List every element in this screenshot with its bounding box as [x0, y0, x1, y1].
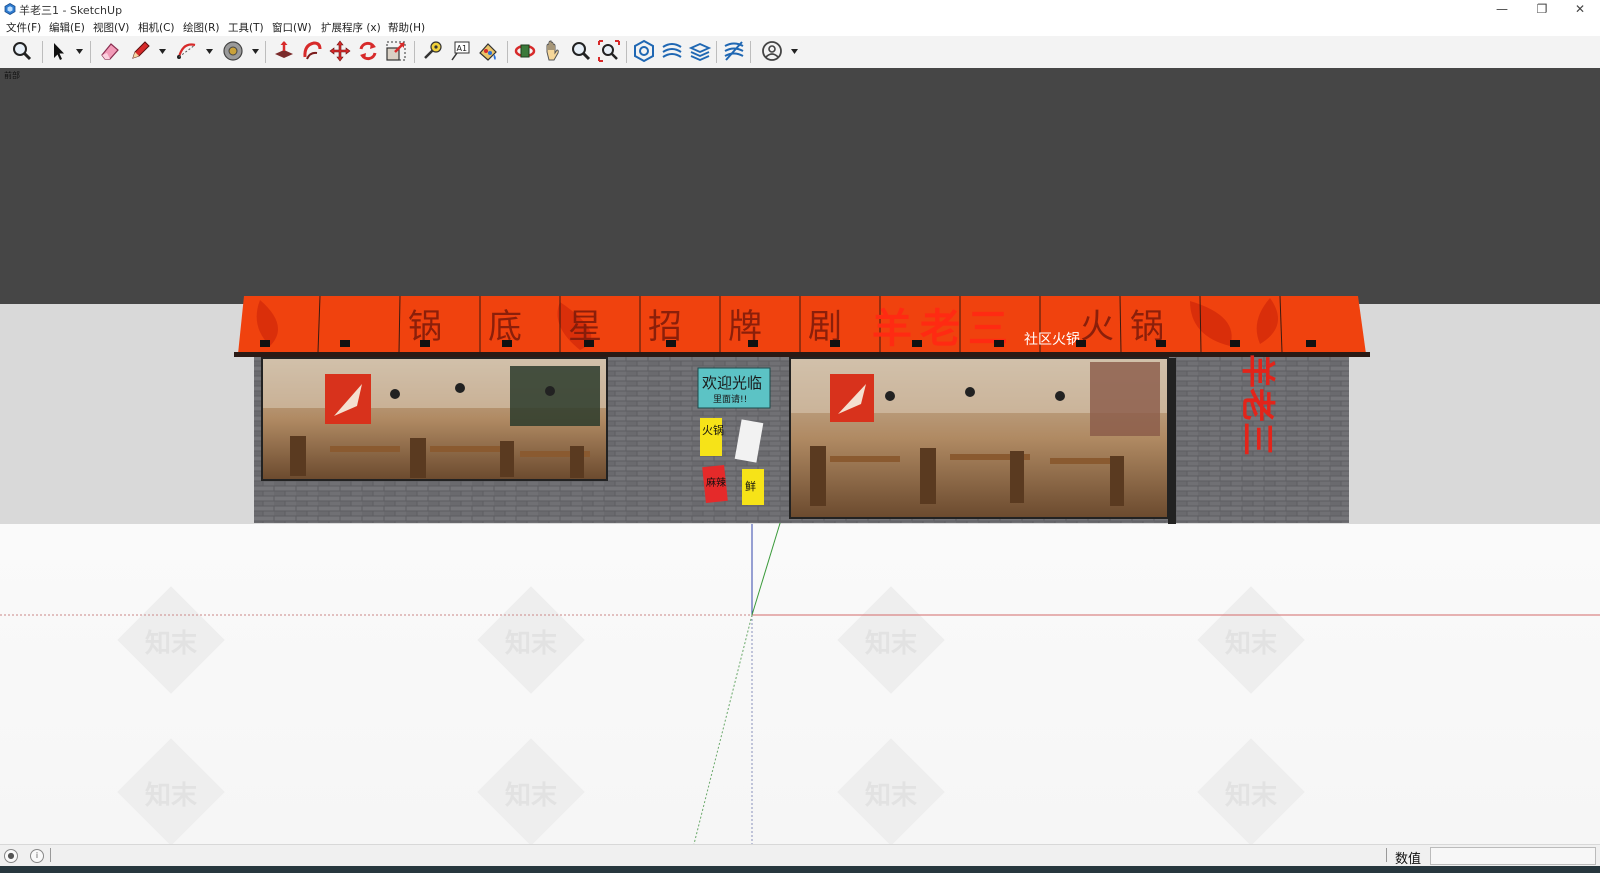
toolbar-separator [750, 41, 751, 63]
welcome-poster-subtext: 里面请!! [713, 393, 747, 405]
fresh-poster-text: 鲜 [745, 479, 756, 493]
shapes-dropdown-icon[interactable] [251, 46, 260, 55]
measurements-input[interactable] [1430, 847, 1596, 865]
select-icon[interactable] [46, 39, 70, 63]
status-bar: ● i 数值 [0, 844, 1600, 867]
toolbar-separator [716, 41, 717, 63]
geolocation-icon[interactable]: ● [4, 849, 18, 863]
rotate-icon[interactable] [356, 39, 380, 63]
spicy-poster-text: 麻辣 [706, 476, 726, 489]
left-window [262, 358, 607, 480]
arc-icon[interactable] [175, 39, 199, 63]
extension-warehouse-icon[interactable] [660, 39, 684, 63]
extension-manager-icon[interactable] [722, 39, 746, 63]
window-title: 羊老三1 - SketchUp [19, 4, 123, 17]
toolbar-separator [626, 41, 627, 63]
sketchup-logo-icon [4, 3, 16, 15]
menu-bar: 文件(F) 编辑(E) 视图(V) 相机(C) 绘图(R) 工具(T) 窗口(W… [0, 18, 1600, 36]
menu-help[interactable]: 帮助(H) [388, 20, 425, 35]
account-icon[interactable] [760, 39, 784, 63]
minimize-button[interactable]: — [1484, 0, 1520, 18]
select-dropdown-icon[interactable] [75, 46, 84, 55]
eraser-icon[interactable] [98, 39, 122, 63]
zoom-extents-icon[interactable] [597, 39, 621, 63]
zoom-icon[interactable] [10, 39, 34, 63]
layout-icon[interactable] [688, 39, 712, 63]
menu-edit[interactable]: 编辑(E) [49, 20, 85, 35]
arc-dropdown-icon[interactable] [205, 46, 214, 55]
measurements-label: 数值 [1395, 852, 1422, 867]
move-icon[interactable] [328, 39, 352, 63]
status-separator [1386, 848, 1387, 862]
door-post [1168, 358, 1176, 524]
orbit-icon[interactable] [513, 39, 537, 63]
main-toolbar: A1 [0, 36, 1600, 69]
menu-extensions[interactable]: 扩展程序 (x) [321, 20, 381, 35]
pencil-icon[interactable] [128, 39, 152, 63]
title-bar: 羊老三1 - SketchUp — ❐ ✕ [0, 0, 1600, 18]
info-icon[interactable]: i [30, 849, 44, 863]
tape-measure-icon[interactable] [420, 39, 444, 63]
paint-bucket-icon[interactable] [221, 39, 245, 63]
model-viewport[interactable]: 前部 知末 知末 知末 知末 知末 知末 知末 知末 锅 底 星 招 牌 剧 羊… [0, 68, 1600, 844]
welcome-poster-text: 欢迎光临 [702, 374, 762, 392]
push-pull-icon[interactable] [272, 39, 296, 63]
menu-tools[interactable]: 工具(T) [228, 20, 264, 35]
zoom-tool-icon[interactable] [569, 39, 593, 63]
close-button[interactable]: ✕ [1562, 0, 1598, 18]
menu-camera[interactable]: 相机(C) [138, 20, 175, 35]
svg-text:A1: A1 [457, 44, 468, 53]
restore-button[interactable]: ❐ [1524, 0, 1560, 18]
toolbar-separator [42, 41, 43, 63]
hotpot-poster-text: 火锅 [702, 424, 724, 437]
brand-char: 老 [920, 305, 960, 352]
brand-char: 羊 [872, 305, 912, 352]
menu-file[interactable]: 文件(F) [6, 20, 41, 35]
brand-vertical-char: 羊老三 [1237, 354, 1277, 456]
menu-draw[interactable]: 绘图(R) [183, 20, 220, 35]
follow-me-icon[interactable] [300, 39, 324, 63]
toolbar-separator [414, 41, 415, 63]
pan-icon[interactable] [541, 39, 565, 63]
menu-view[interactable]: 视图(V) [93, 20, 129, 35]
warehouse-icon[interactable] [632, 39, 656, 63]
menu-window[interactable]: 窗口(W) [272, 20, 312, 35]
text-icon[interactable]: A1 [448, 39, 472, 63]
account-dropdown-icon[interactable] [790, 46, 799, 55]
right-window [790, 358, 1168, 518]
scale-icon[interactable] [384, 39, 408, 63]
storefront-model[interactable]: 锅 底 星 招 牌 剧 羊 老 三 社区火锅 火 锅 欢迎光临 里面请!! 火锅… [230, 296, 1370, 526]
pencil-dropdown-icon[interactable] [158, 46, 167, 55]
paint-icon[interactable] [476, 39, 500, 63]
awning-char: 招 [648, 307, 682, 347]
sign-subtitle: 社区火锅 [1024, 332, 1080, 348]
toolbar-separator [90, 41, 91, 63]
taskbar-strip [0, 866, 1600, 873]
awning-edge [234, 352, 1370, 357]
toolbar-separator [507, 41, 508, 63]
toolbar-separator [265, 41, 266, 63]
status-separator [50, 848, 51, 862]
